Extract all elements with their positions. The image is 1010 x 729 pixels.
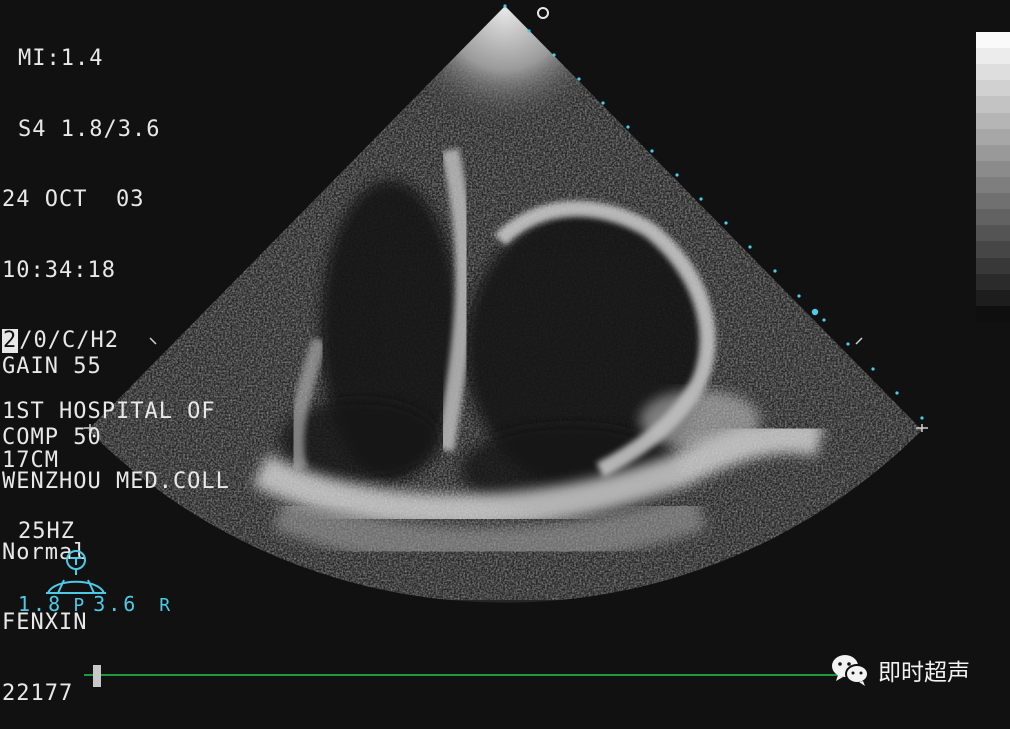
greyscale-step (976, 80, 1010, 97)
greyscale-step (976, 273, 1010, 290)
frame-rate-readout: 25HZ (18, 518, 75, 544)
greyscale-step (976, 257, 1010, 274)
greyscale-step (976, 144, 1010, 161)
greyscale-step (976, 160, 1010, 177)
greyscale-step (976, 64, 1010, 81)
greyscale-step (976, 241, 1010, 258)
wechat-icon (832, 655, 869, 686)
depth-readout: 17CM (2, 448, 59, 473)
greyscale-step (976, 209, 1010, 226)
watermark-text: 即时超声 (878, 660, 970, 686)
greyscale-step (976, 305, 1010, 322)
probe-right-label: R (159, 594, 172, 616)
orientation-marker-icon (537, 7, 549, 19)
depth-rate-block: 17CM 25HZ (2, 402, 75, 567)
greyscale-step (976, 32, 1010, 49)
greyscale-step (976, 176, 1010, 194)
timeline-track (84, 674, 844, 676)
greyscale-step (976, 112, 1010, 129)
greyscale-bar (976, 32, 1010, 322)
patient-id: 22177 (2, 680, 74, 706)
greyscale-step (976, 193, 1010, 210)
greyscale-step (976, 96, 1010, 113)
watermark: 即时超声 (830, 650, 970, 690)
probe-indicator: PR 1.8 3.6 (18, 548, 170, 618)
greyscale-step (976, 225, 1010, 242)
mi-readout: MI:1.4 (18, 46, 104, 71)
exam-time: 10:34:18 (2, 257, 116, 283)
greyscale-step (976, 128, 1010, 145)
gain-readout: GAIN 55 (2, 354, 102, 379)
probe-frequencies: 1.8 3.6 (18, 592, 139, 616)
probe-setting: S4 1.8/3.6 (18, 116, 161, 142)
timeline-cursor[interactable] (93, 665, 101, 687)
greyscale-step (976, 48, 1010, 65)
greyscale-step (976, 289, 1010, 306)
exam-date: 24 OCT 03 (2, 187, 145, 212)
